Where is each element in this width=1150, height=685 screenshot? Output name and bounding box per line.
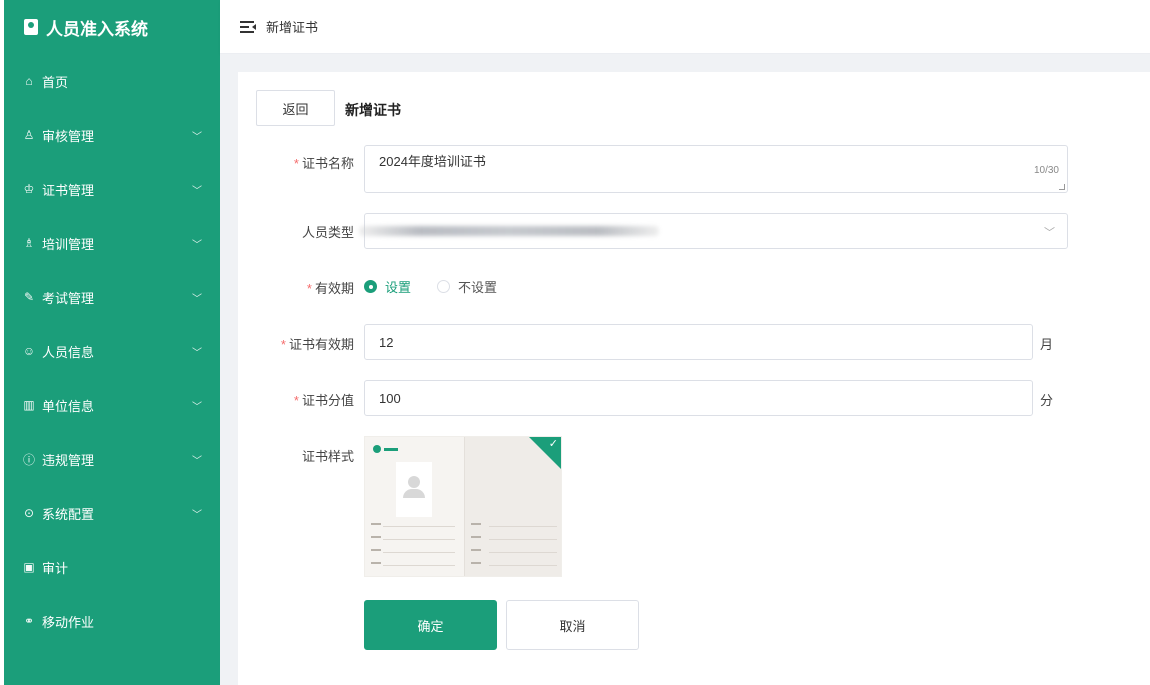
sidebar-item-5[interactable]: ☺ 人员信息 ﹀	[4, 324, 220, 378]
sidebar-item-label: 违规管理	[42, 452, 95, 468]
badge-icon	[24, 19, 38, 35]
training-icon: ♗	[23, 236, 35, 250]
chevron-down-icon: ﹀	[192, 293, 202, 305]
certificate-icon: ♔	[23, 182, 35, 196]
cert-left-page	[365, 437, 464, 576]
stamp-icon: ♙	[23, 128, 35, 142]
back-button[interactable]: 返回	[256, 90, 335, 126]
radio-set[interactable]: 设置	[364, 277, 411, 296]
edit-icon: ✎	[23, 290, 35, 304]
required-mark: *	[293, 156, 299, 171]
radio-not-set[interactable]: 不设置	[437, 277, 497, 296]
required-mark: *	[293, 393, 299, 408]
warning-icon: ⓘ	[22, 452, 35, 467]
chevron-down-icon: ﹀	[192, 401, 202, 413]
sidebar-item-label: 培训管理	[42, 236, 95, 252]
validity-radio-group: 设置 不设置	[364, 277, 523, 296]
person-type-label: 人员类型	[254, 222, 354, 241]
cert-style-label-text: 证书样式	[301, 449, 354, 464]
required-mark: *	[306, 281, 312, 296]
sidebar-item-label: 考试管理	[42, 290, 95, 306]
building-icon: ▥	[23, 398, 35, 412]
sidebar-item-label: 审核管理	[42, 128, 95, 144]
link-icon: ⚭	[23, 614, 35, 628]
radio-unchecked-icon[interactable]	[437, 280, 451, 293]
sidebar: 人员准入系统 ⌂ 首页 ♙ 审核管理 ﹀ ♔ 证书管理 ﹀ ♗ 培训管理 ﹀ ✎ 考试管理 ﹀ ☺ 人员信息 ﹀…	[4, 0, 220, 685]
sidebar-item-1[interactable]: ♙ 审核管理 ﹀	[4, 108, 220, 162]
sidebar-item-0[interactable]: ⌂ 首页	[4, 54, 220, 108]
photo-placeholder-icon	[396, 462, 432, 517]
sidebar-item-6[interactable]: ▥ 单位信息 ﹀	[4, 378, 220, 432]
chevron-down-icon: ﹀	[192, 509, 202, 521]
score-unit: 分	[1040, 393, 1054, 408]
page-title: 新增证书	[345, 102, 401, 118]
chevron-down-icon: ﹀	[192, 347, 202, 359]
cancel-button[interactable]: 取消	[506, 600, 639, 650]
person-type-select[interactable]: ﹀	[359, 213, 1068, 249]
sidebar-item-label: 移动作业	[42, 614, 95, 630]
sidebar-item-3[interactable]: ♗ 培训管理 ﹀	[4, 216, 220, 270]
sidebar-item-label: 单位信息	[42, 398, 95, 414]
month-unit: 月	[1040, 337, 1054, 352]
audit-icon: ▣	[23, 560, 35, 574]
score-input[interactable]	[379, 390, 1032, 406]
radio-not-set-label: 不设置	[458, 280, 498, 295]
cert-style-thumbnail[interactable]: ✓	[364, 436, 562, 577]
char-counter: 10/30	[1033, 165, 1059, 176]
chevron-down-icon: ﹀	[192, 131, 202, 143]
score-field[interactable]	[364, 380, 1033, 416]
chevron-down-icon: ﹀	[192, 185, 202, 197]
resize-handle-icon[interactable]	[1059, 184, 1065, 190]
cert-name-input[interactable]	[365, 146, 1067, 192]
check-icon: ✓	[548, 438, 558, 450]
sidebar-item-4[interactable]: ✎ 考试管理 ﹀	[4, 270, 220, 324]
sidebar-item-label: 人员信息	[42, 344, 95, 360]
validity-period-input[interactable]	[379, 334, 1032, 350]
validity-period-field[interactable]	[364, 324, 1033, 360]
breadcrumb: 新增证书	[266, 20, 319, 35]
sidebar-item-8[interactable]: ⊙ 系统配置 ﹀	[4, 486, 220, 540]
cert-brand-logo	[373, 445, 398, 453]
cert-style-label: 证书样式	[254, 446, 354, 465]
validity-period-label-text: 证书有效期	[288, 337, 354, 352]
sidebar-item-2[interactable]: ♔ 证书管理 ﹀	[4, 162, 220, 216]
cert-name-label-text: 证书名称	[301, 156, 354, 171]
confirm-button[interactable]: 确定	[364, 600, 497, 650]
chevron-down-icon: ﹀	[192, 239, 202, 251]
sidebar-item-7[interactable]: ⓘ 违规管理 ﹀	[4, 432, 220, 486]
redacted-value	[359, 226, 659, 236]
chevron-down-icon: ﹀	[1044, 227, 1055, 239]
settings-icon: ⊙	[23, 506, 35, 520]
score-label-text: 证书分值	[301, 393, 354, 408]
chevron-down-icon: ﹀	[192, 455, 202, 467]
person-type-label-text: 人员类型	[301, 225, 354, 240]
sidebar-item-label: 首页	[42, 74, 69, 90]
radio-checked-icon[interactable]	[364, 280, 377, 293]
home-icon: ⌂	[25, 74, 33, 88]
app-logo[interactable]: 人员准入系统	[4, 0, 220, 54]
top-header: 新增证书	[220, 0, 1150, 54]
validity-period-label: * 证书有效期	[254, 334, 354, 353]
sidebar-item-10[interactable]: ⚭ 移动作业	[4, 594, 220, 648]
sidebar-item-label: 系统配置	[42, 506, 95, 522]
cert-name-label: * 证书名称	[254, 153, 354, 172]
radio-set-label: 设置	[385, 280, 412, 295]
sidebar-item-label: 审计	[42, 560, 69, 576]
app-title: 人员准入系统	[46, 19, 148, 39]
user-circle-icon: ☺	[22, 344, 36, 358]
required-mark: *	[280, 337, 286, 352]
validity-label-text: 有效期	[314, 281, 354, 296]
cert-name-field[interactable]: 10/30	[364, 145, 1068, 193]
sidebar-menu: ⌂ 首页 ♙ 审核管理 ﹀ ♔ 证书管理 ﹀ ♗ 培训管理 ﹀ ✎ 考试管理 ﹀ ☺ 人员信息 ﹀ ▥ 单位信息 ﹀ ⓘ…	[4, 54, 220, 648]
sidebar-item-9[interactable]: ▣ 审计	[4, 540, 220, 594]
score-label: * 证书分值	[254, 390, 354, 409]
validity-label: * 有效期	[254, 278, 354, 297]
sidebar-item-label: 证书管理	[42, 182, 95, 198]
menu-fold-icon[interactable]	[240, 20, 256, 33]
